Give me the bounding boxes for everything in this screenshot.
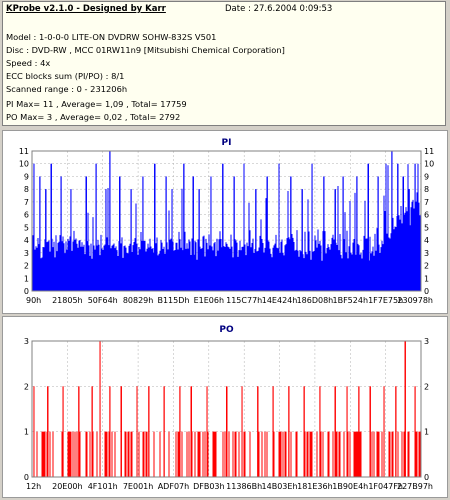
info-model: Model : 1-0-0-0 LITE-ON DVDRW SOHW-832S … [6, 32, 217, 42]
po-chart-panel: PO 0 0 1 1 2 2 3 3 12h 20E00h 4F101h 7E001h ADF07h DFB… [2, 316, 448, 498]
x-tick-label: 14E424h [262, 296, 298, 305]
x-tick-label: 227B97h [397, 482, 433, 491]
y-tick-label-left: 5 [24, 223, 29, 232]
po-chart: PO 0 0 1 1 2 2 3 3 12h 20E00h 4F101h 7E001h ADF07h DFB… [24, 325, 433, 491]
x-tick-label: 90h [26, 296, 41, 305]
chart-title: PO [219, 325, 234, 335]
y-tick-label-right: 0 [424, 473, 429, 482]
x-tick-label: B115Dh [157, 296, 189, 305]
y-tick-label-left: 6 [24, 211, 29, 220]
y-tick-label-right: 0 [424, 287, 429, 296]
y-tick-label-left: 9 [24, 172, 29, 181]
x-tick-label: 4F101h [88, 482, 118, 491]
x-tick-label: 11386Bh [226, 482, 262, 491]
x-tick-label: ADF07h [158, 482, 189, 491]
y-tick-label-left: 2 [24, 382, 29, 391]
y-tick-label-right: 3 [424, 337, 429, 346]
y-tick-label-left: 1 [24, 428, 29, 437]
x-tick-label: 230978h [397, 296, 433, 305]
info-box: KProbe v2.1.0 - Designed by Karr Date : … [2, 1, 446, 126]
y-tick-label-left: 11 [19, 147, 29, 156]
x-tick-label: 1BF524h [333, 296, 369, 305]
y-tick-label-left: 0 [24, 473, 29, 482]
info-pi-stats: PI Max= 11 , Average= 1,09 , Total= 1775… [6, 99, 187, 109]
x-tick-label: E1E06h [194, 296, 224, 305]
y-tick-label-right: 2 [424, 382, 429, 391]
y-tick-label-right: 2 [424, 262, 429, 271]
x-tick-label: 20E00h [52, 482, 82, 491]
y-tick-label-left: 1 [24, 274, 29, 283]
x-tick-label: 1B90E4h [332, 482, 368, 491]
x-tick-label: 50F64h [88, 296, 118, 305]
x-tick-label: 7E001h [123, 482, 153, 491]
y-tick-label-right: 10 [424, 160, 434, 169]
y-tick-label-right: 4 [424, 236, 429, 245]
x-tick-label: 186D08h [297, 296, 334, 305]
x-tick-label: DFB03h [193, 482, 225, 491]
info-scanned-range: Scanned range : 0 - 231206h [6, 84, 128, 94]
x-tick-label: 181E36h [297, 482, 333, 491]
y-tick-label-left: 7 [24, 198, 29, 207]
y-tick-label-left: 0 [24, 287, 29, 296]
chart-title: PI [222, 138, 232, 148]
y-tick-label-right: 7 [424, 198, 429, 207]
y-tick-label-right: 1 [424, 428, 429, 437]
y-tick-label-left: 3 [24, 249, 29, 258]
y-tick-label-right: 1 [424, 274, 429, 283]
y-tick-label-right: 6 [424, 211, 429, 220]
x-tick-label: 115C77h [226, 296, 262, 305]
app-title: KProbe v2.1.0 - Designed by Karr [6, 4, 166, 14]
y-tick-label-right: 3 [424, 249, 429, 258]
info-ecc-blocks: ECC blocks sum (PI/PO) : 8/1 [6, 71, 125, 81]
y-tick-label-right: 5 [424, 223, 429, 232]
y-tick-label-left: 2 [24, 262, 29, 271]
y-tick-label-right: 9 [424, 172, 429, 181]
info-disc: Disc : DVD-RW , MCC 01RW11n9 [Mitsubishi… [6, 45, 285, 55]
pi-chart-panel: PI 0 0 1 1 2 2 3 3 4 4 5 5 6 6 7 7 8 8 9 9 10 10 11 11 90h 21805h 5… [2, 130, 448, 314]
x-tick-label: 12h [26, 482, 41, 491]
y-tick-label-left: 4 [24, 236, 29, 245]
info-speed: Speed : 4x [6, 58, 51, 68]
y-tick-label-right: 11 [424, 147, 434, 156]
y-tick-label-right: 8 [424, 185, 429, 194]
y-tick-label-left: 10 [19, 160, 29, 169]
x-tick-label: 14B03Eh [262, 482, 298, 491]
y-tick-label-left: 3 [24, 337, 29, 346]
y-tick-label-left: 8 [24, 185, 29, 194]
x-tick-label: 21805h [52, 296, 83, 305]
scan-date: Date : 27.6.2004 0:09:53 [225, 4, 333, 14]
pi-chart: PI0 01 12 23 34 45 56 67 78 89 910 1011 1190h 21805h 5… [19, 138, 434, 305]
x-tick-label: 80829h [123, 296, 154, 305]
info-po-stats: PO Max= 3 , Average= 0,02 , Total= 2792 [6, 112, 181, 122]
